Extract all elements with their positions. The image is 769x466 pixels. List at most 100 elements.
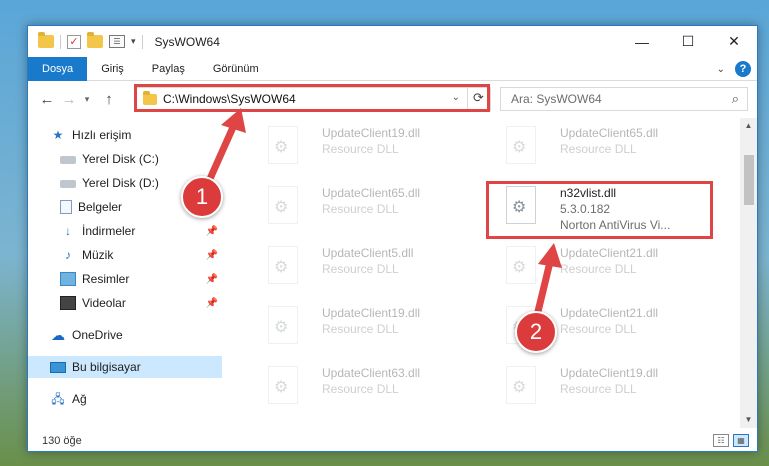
new-folder-icon[interactable] xyxy=(87,32,103,48)
file-name: UpdateClient65.dll xyxy=(560,126,659,140)
sidebar-item-music[interactable]: ♪ Müzik 📌 xyxy=(60,244,224,266)
ribbon-tabs: Dosya Giriş Paylaş Görünüm ⌄ ? xyxy=(28,56,757,81)
navigation-pane: ★ Hızlı erişim Yerel Disk (C:) Yerel Dis… xyxy=(28,118,226,418)
pin-icon[interactable]: 📌 xyxy=(206,274,218,285)
back-arrow-icon[interactable]: ← xyxy=(36,91,58,108)
search-input[interactable]: Ara: SysWOW64 ⌕ xyxy=(500,87,748,111)
minimize-button[interactable]: — xyxy=(619,26,665,57)
dll-file-icon xyxy=(506,366,536,404)
download-icon: ↓ xyxy=(65,224,71,238)
file-type: Resource DLL xyxy=(322,262,399,276)
file-name: UpdateClient63.dll xyxy=(322,366,421,380)
sidebar-item-pictures[interactable]: Resimler 📌 xyxy=(60,268,224,290)
scroll-up-icon[interactable]: ▲ xyxy=(740,118,757,134)
vertical-scrollbar[interactable]: ▲ ▼ xyxy=(740,118,757,428)
file-name: UpdateClient65.dll xyxy=(322,186,421,200)
file-tile[interactable]: UpdateClient63.dll Resource DLL xyxy=(252,360,472,410)
search-placeholder: Ara: SysWOW64 xyxy=(511,92,602,106)
sidebar-item-downloads[interactable]: ↓ İndirmeler 📌 xyxy=(60,220,224,242)
file-type: Resource DLL xyxy=(560,262,637,276)
sidebar-item-label: Belgeler xyxy=(78,200,123,214)
tab-share[interactable]: Paylaş xyxy=(138,57,199,81)
file-tile[interactable]: UpdateClient19.dll Resource DLL xyxy=(252,120,472,170)
tab-home[interactable]: Giriş xyxy=(87,57,138,81)
file-name: UpdateClient19.dll xyxy=(322,306,421,320)
up-arrow-icon[interactable]: ↑ xyxy=(98,91,120,108)
sidebar-item-label: Hızlı erişim xyxy=(72,128,132,142)
file-name: UpdateClient5.dll xyxy=(322,246,414,260)
file-type: Resource DLL xyxy=(322,142,399,156)
file-tile[interactable]: UpdateClient19.dll Resource DLL xyxy=(252,300,472,350)
details-view-icon[interactable]: ☷ xyxy=(713,434,729,447)
scrollbar-thumb[interactable] xyxy=(744,155,754,205)
pin-icon[interactable]: 📌 xyxy=(206,226,218,237)
file-name: UpdateClient19.dll xyxy=(322,126,421,140)
sidebar-item-label: OneDrive xyxy=(72,328,123,342)
disk-icon xyxy=(60,180,76,188)
scroll-down-icon[interactable]: ▼ xyxy=(740,412,757,428)
document-icon xyxy=(60,200,72,214)
sidebar-item-onedrive[interactable]: ☁ OneDrive xyxy=(50,324,224,346)
file-name: UpdateClient21.dll xyxy=(560,246,659,260)
file-name: UpdateClient19.dll xyxy=(560,366,659,380)
videos-icon xyxy=(60,296,76,310)
sidebar-item-label: Ağ xyxy=(72,392,87,406)
tab-view[interactable]: Görünüm xyxy=(199,57,273,81)
forward-arrow-icon[interactable]: → xyxy=(58,91,80,108)
step-2-badge: 2 xyxy=(515,311,557,353)
chevron-down-icon[interactable]: ▾ xyxy=(131,36,136,47)
properties-check-icon[interactable]: ✓ xyxy=(67,34,81,49)
sidebar-item-label: Videolar xyxy=(82,296,126,310)
pictures-icon xyxy=(60,272,76,286)
cloud-icon: ☁ xyxy=(51,327,65,343)
file-tile[interactable]: UpdateClient21.dll Resource DLL xyxy=(490,240,710,290)
sidebar-item-videos[interactable]: Videolar 📌 xyxy=(60,292,224,314)
sidebar-item-this-pc[interactable]: Bu bilgisayar xyxy=(28,356,222,378)
status-bar: 130 öğe ☷ ▦ xyxy=(28,430,757,452)
customize-toolbar-icon[interactable]: ☰ xyxy=(109,35,125,48)
file-tile[interactable]: UpdateClient19.dll Resource DLL xyxy=(490,360,710,410)
dll-file-icon xyxy=(268,306,298,344)
close-button[interactable]: ✕ xyxy=(711,26,757,57)
sidebar-item-label: Yerel Disk (D:) xyxy=(82,176,159,190)
file-type: Resource DLL xyxy=(560,382,637,396)
maximize-button[interactable]: ☐ xyxy=(665,26,711,57)
toolbar-divider xyxy=(60,34,61,49)
disk-icon xyxy=(60,156,76,164)
sidebar-item-label: Resimler xyxy=(82,272,130,286)
dll-file-icon xyxy=(506,126,536,164)
computer-icon xyxy=(50,361,66,373)
address-highlight-box xyxy=(134,84,490,112)
expand-ribbon-icon[interactable]: ⌄ xyxy=(717,64,725,75)
sidebar-item-label: Yerel Disk (C:) xyxy=(82,152,159,166)
pin-icon[interactable]: 📌 xyxy=(206,298,218,309)
help-icon[interactable]: ? xyxy=(735,61,751,77)
ribbon-controls: ⌄ ? xyxy=(717,61,751,77)
file-tile[interactable]: UpdateClient5.dll Resource DLL xyxy=(252,240,472,290)
file-name: UpdateClient21.dll xyxy=(560,306,659,320)
dll-file-icon xyxy=(268,186,298,224)
tiles-view-icon[interactable]: ▦ xyxy=(733,434,749,447)
dll-file-icon xyxy=(268,366,298,404)
music-icon: ♪ xyxy=(65,248,71,262)
item-count: 130 öğe xyxy=(42,435,82,447)
file-tile[interactable]: UpdateClient65.dll Resource DLL xyxy=(490,120,710,170)
pin-icon[interactable]: 📌 xyxy=(206,250,218,261)
file-tile[interactable]: UpdateClient65.dll Resource DLL xyxy=(252,180,472,230)
star-icon: ★ xyxy=(52,128,64,142)
file-type: Resource DLL xyxy=(560,142,637,156)
sidebar-item-label: Bu bilgisayar xyxy=(72,360,141,374)
quick-access-toolbar: ✓ ☰ ▾ xyxy=(28,32,143,49)
window-title: SysWOW64 xyxy=(154,34,220,49)
file-list: UpdateClient19.dll Resource DLL UpdateCl… xyxy=(228,118,740,428)
sidebar-item-disk-c[interactable]: Yerel Disk (C:) xyxy=(60,148,224,170)
search-icon[interactable]: ⌕ xyxy=(732,91,739,107)
window-controls: — ☐ ✕ xyxy=(619,26,757,57)
dll-file-icon xyxy=(268,246,298,284)
dll-file-icon xyxy=(268,126,298,164)
sidebar-item-quick-access[interactable]: ★ Hızlı erişim xyxy=(50,124,224,146)
recent-locations-icon[interactable]: ▾ xyxy=(80,94,94,105)
tab-file[interactable]: Dosya xyxy=(28,56,88,81)
sidebar-item-label: İndirmeler xyxy=(82,224,136,238)
sidebar-item-network[interactable]: 🖧 Ağ xyxy=(50,388,224,410)
